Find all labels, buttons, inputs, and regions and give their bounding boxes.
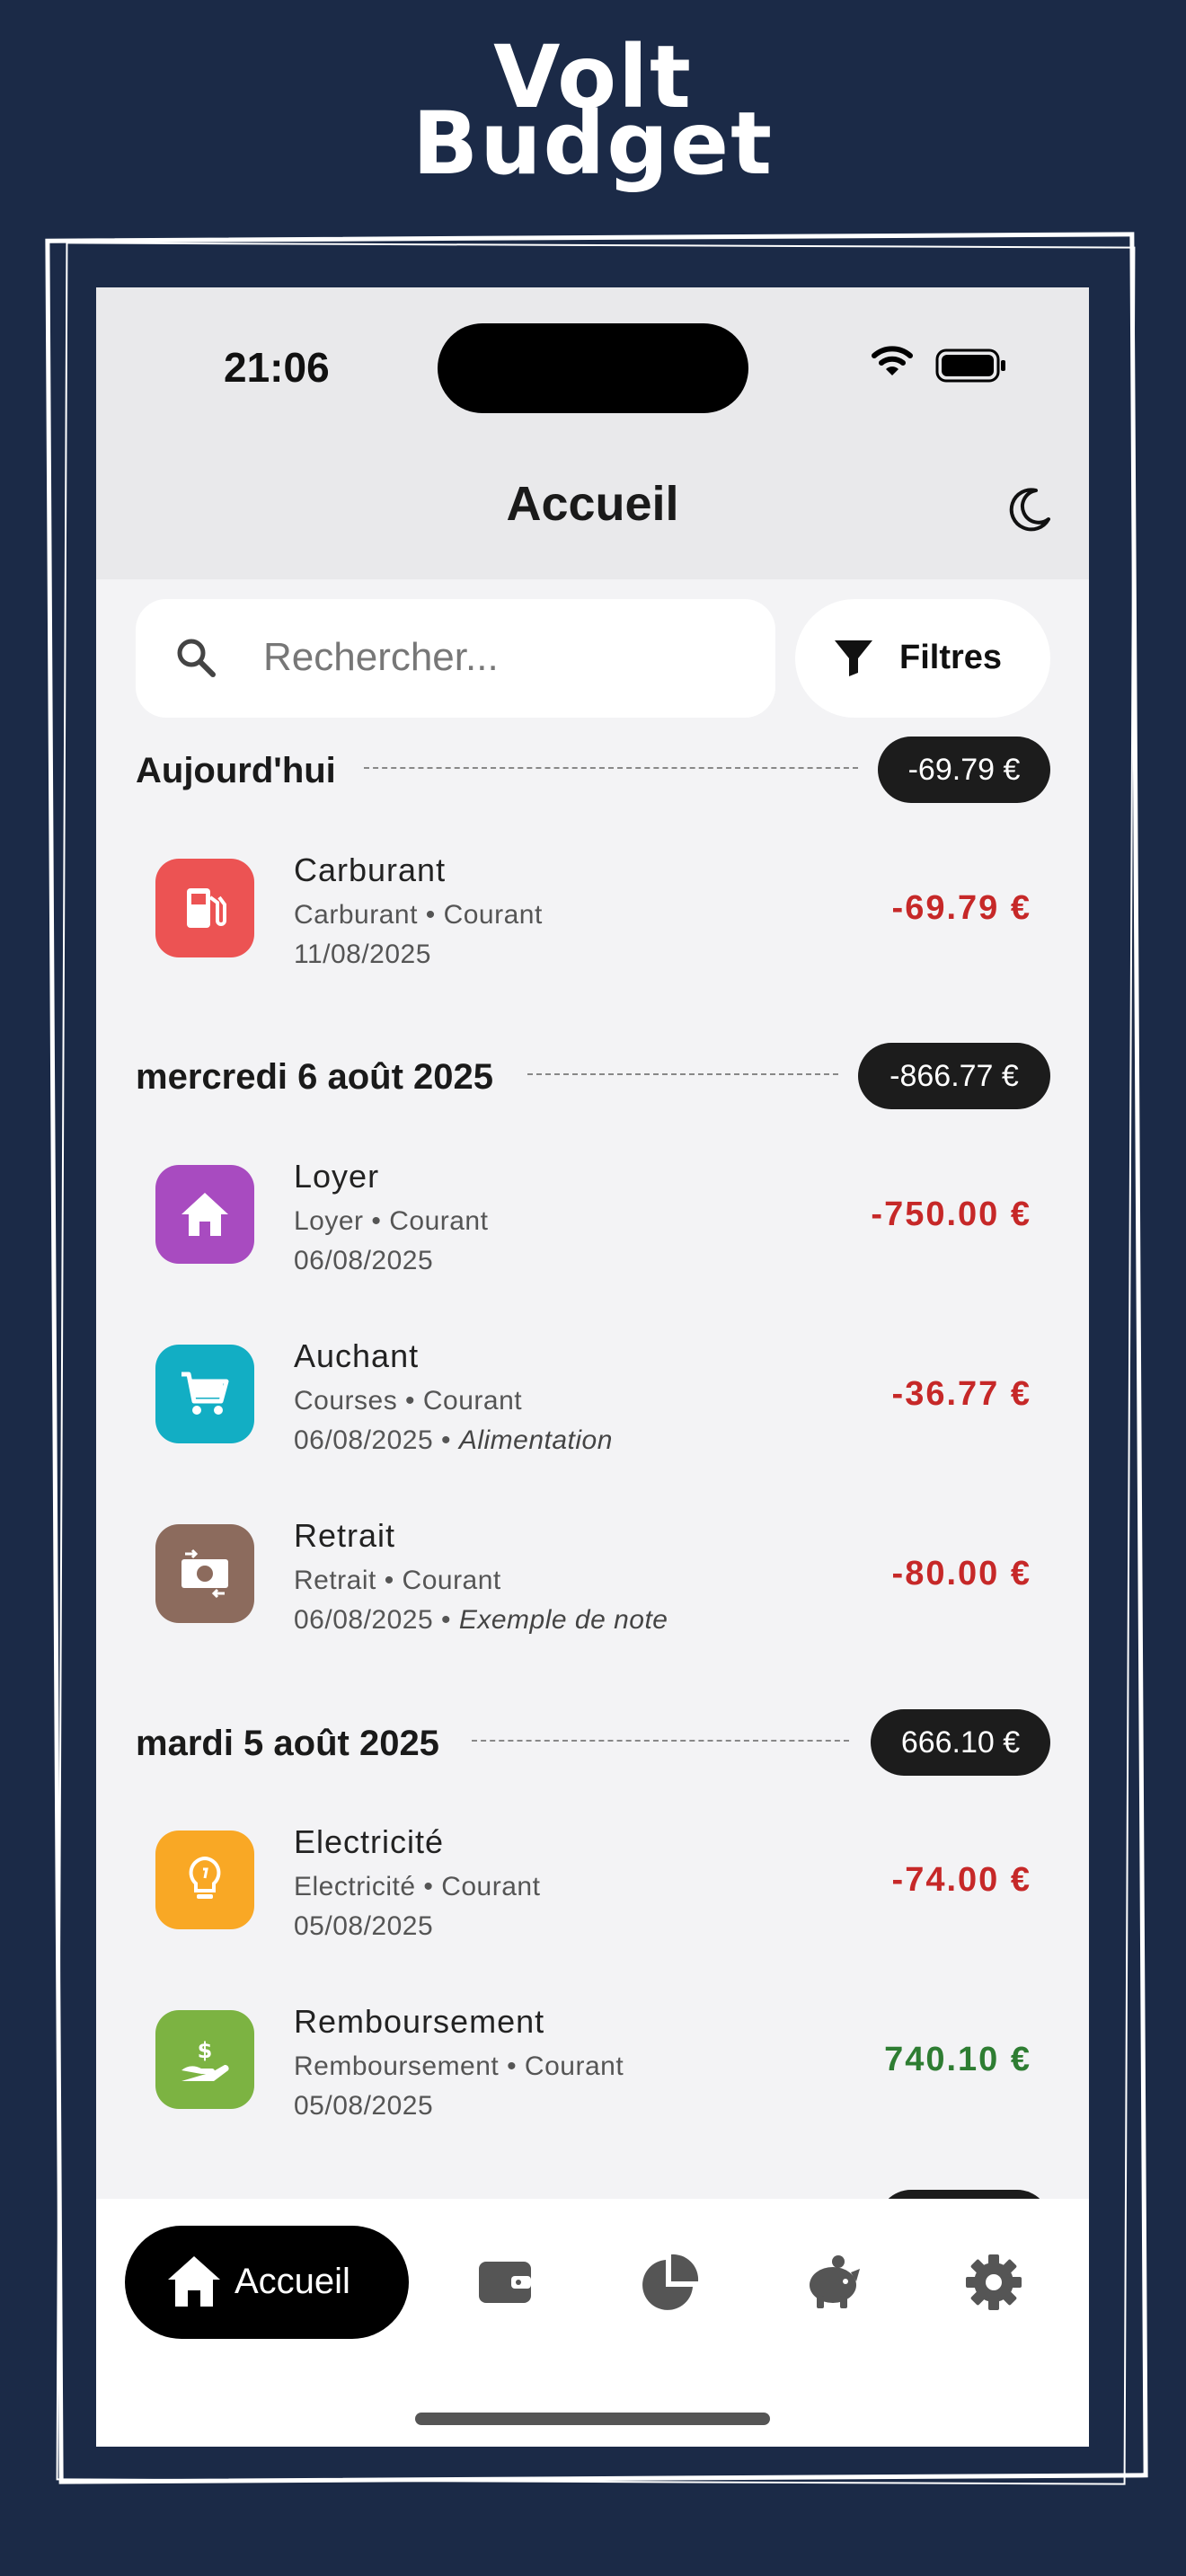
transaction-date-text: 06/08/2025 •	[294, 1425, 459, 1455]
transaction-row[interactable]: $ Remboursement Remboursement • Courant …	[96, 1989, 1089, 2150]
battery-icon	[935, 348, 1005, 383]
transaction-date-text: 06/08/2025	[294, 1246, 434, 1275]
filters-button[interactable]: Filtres	[795, 599, 1050, 718]
home-icon	[168, 2256, 220, 2307]
transaction-date-text: 05/08/2025	[294, 1911, 434, 1941]
filter-icon	[835, 640, 872, 676]
pie-chart-icon[interactable]	[639, 2253, 700, 2314]
transaction-date: 11/08/2025	[294, 940, 431, 970]
status-time: 21:06	[224, 344, 330, 391]
tab-home[interactable]: Accueil	[125, 2226, 409, 2339]
home-indicator[interactable]	[415, 2413, 770, 2425]
transaction-category: Electricité • Courant	[294, 1872, 541, 1901]
transaction-category: Remboursement • Courant	[294, 2051, 624, 2081]
transaction-row[interactable]: Retrait Retrait • Courant 06/08/2025 • E…	[96, 1503, 1089, 1664]
transaction-date: 05/08/2025	[294, 2091, 433, 2122]
transaction-note: Exemple de note	[458, 1605, 668, 1635]
hand-dollar-icon: $	[181, 2038, 229, 2081]
transaction-category: Courses • Courant	[294, 1386, 523, 1416]
house-icon	[181, 1193, 228, 1236]
transaction-amount: -80.00 €	[891, 1555, 1031, 1592]
transaction-date: 06/08/2025 • Alimentation	[294, 1425, 613, 1456]
transaction-amount: 740.10 €	[884, 2041, 1031, 2078]
bottom-tab-bar: Accueil	[96, 2199, 1089, 2447]
transaction-category: Loyer • Courant	[294, 1206, 489, 1236]
search-placeholder: Rechercher...	[263, 635, 499, 679]
filters-label: Filtres	[899, 639, 1003, 676]
transaction-date: 06/08/2025 • Exemple de note	[294, 1605, 668, 1636]
tab-home-label: Accueil	[235, 2262, 350, 2301]
transaction-row[interactable]: Electricité Electricité • Courant 05/08/…	[96, 1809, 1089, 1971]
wallet-icon[interactable]	[475, 2253, 535, 2312]
phone-screen: 21:06 Accueil Rechercher... Filtres Aujo	[96, 287, 1089, 2447]
transaction-name: Auchant	[294, 1337, 420, 1374]
search-input[interactable]: Rechercher...	[136, 599, 775, 718]
category-icon-box	[155, 859, 254, 957]
section-title: mercredi 6 août 2025	[136, 1057, 493, 1097]
cash-exchange-icon	[181, 1548, 228, 1599]
section-title: mardi 5 août 2025	[136, 1724, 439, 1763]
status-and-nav-bar: 21:06 Accueil	[96, 287, 1089, 579]
cart-icon	[181, 1372, 229, 1415]
transaction-date-text: 06/08/2025 •	[294, 1605, 459, 1635]
svg-text:$: $	[198, 2038, 213, 2063]
dynamic-island	[438, 323, 748, 413]
lightbulb-icon	[189, 1856, 221, 1899]
section-total-badge: -866.77 €	[858, 1043, 1050, 1109]
logo-line-2: Budget	[412, 93, 774, 194]
section-total-badge: 666.10 €	[871, 1709, 1050, 1776]
transaction-date-text: 11/08/2025	[294, 940, 431, 969]
transaction-name: Electricité	[294, 1823, 445, 1860]
piggy-bank-icon[interactable]	[801, 2253, 865, 2312]
category-icon-box	[155, 1831, 254, 1929]
transaction-name: Loyer	[294, 1158, 380, 1195]
transaction-row[interactable]: Loyer Loyer • Courant 06/08/2025 -750.00…	[96, 1143, 1089, 1305]
section-divider	[527, 1073, 838, 1075]
gear-icon[interactable]	[964, 2253, 1023, 2312]
transaction-date-text: 05/08/2025	[294, 2091, 434, 2121]
transaction-category: Retrait • Courant	[294, 1566, 501, 1595]
transaction-category: Carburant • Courant	[294, 900, 543, 930]
transaction-name: Remboursement	[294, 2003, 545, 2040]
transaction-amount: -74.00 €	[891, 1861, 1031, 1899]
transaction-date: 06/08/2025	[294, 1246, 433, 1276]
transaction-note: Alimentation	[458, 1425, 613, 1455]
search-icon	[177, 639, 216, 677]
transaction-date: 05/08/2025	[294, 1911, 433, 1942]
transaction-amount: -750.00 €	[871, 1195, 1031, 1233]
section-title: Aujourd'hui	[136, 751, 336, 790]
transaction-amount: -36.77 €	[891, 1375, 1031, 1413]
moon-icon[interactable]	[1004, 485, 1054, 535]
section-total-badge: -69.79 €	[878, 737, 1050, 803]
category-icon-box	[155, 1165, 254, 1264]
transaction-row[interactable]: Auchant Courses • Courant 06/08/2025 • A…	[96, 1323, 1089, 1485]
fuel-pump-icon	[187, 888, 226, 928]
page-title: Accueil	[506, 477, 679, 531]
transaction-amount: -69.79 €	[891, 889, 1031, 927]
wifi-icon	[872, 346, 913, 375]
category-icon-box	[155, 1524, 254, 1623]
category-icon-box: $	[155, 2010, 254, 2109]
transaction-name: Carburant	[294, 851, 447, 888]
transaction-name: Retrait	[294, 1517, 396, 1554]
category-icon-box	[155, 1345, 254, 1443]
section-divider	[364, 767, 858, 769]
section-divider	[472, 1740, 849, 1742]
transaction-row[interactable]: Carburant Carburant • Courant 11/08/2025…	[96, 837, 1089, 999]
